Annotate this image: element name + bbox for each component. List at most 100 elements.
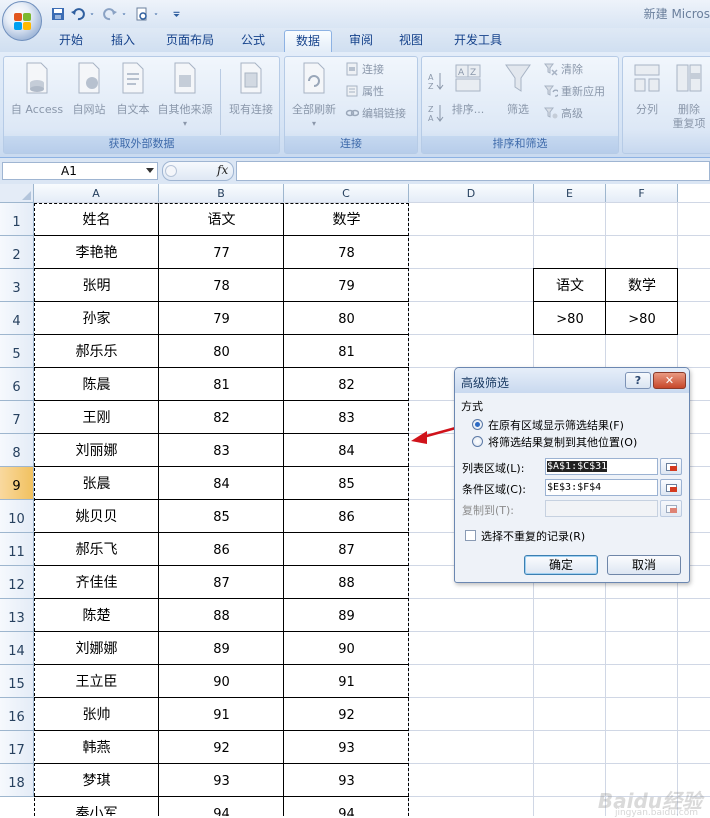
row-header-4[interactable]: 4	[0, 302, 34, 335]
list-range-collapse-button[interactable]	[660, 458, 682, 475]
row-header-3[interactable]: 3	[0, 269, 34, 302]
radio-in-place-label[interactable]: 在原有区域显示筛选结果(F)	[488, 417, 624, 433]
existing-connections-button[interactable]: 现有连接	[224, 61, 278, 117]
row-header-6[interactable]: 6	[0, 368, 34, 401]
reapply-button[interactable]: 重新应用	[544, 83, 605, 101]
ok-button[interactable]: 确定	[524, 555, 598, 575]
connections-button[interactable]: 连接	[345, 61, 384, 79]
copy-to-input[interactable]	[545, 500, 658, 517]
advanced-label: 高级	[561, 107, 583, 120]
method-label: 方式	[461, 400, 483, 413]
unique-records-checkbox[interactable]	[465, 530, 476, 541]
range-arrow-icon	[670, 487, 677, 492]
undo-icon[interactable]	[70, 6, 86, 22]
row-header-12[interactable]: 12	[0, 566, 34, 599]
column-header-f[interactable]: F	[606, 184, 678, 203]
from-access-button[interactable]: 自 Access	[7, 61, 67, 117]
dropdown-arrow-icon[interactable]	[122, 6, 130, 22]
row-header-11[interactable]: 11	[0, 533, 34, 566]
tab-review[interactable]: 审阅	[340, 30, 382, 52]
sort-button[interactable]: AZ 排序...	[448, 61, 488, 117]
row-header-13[interactable]: 13	[0, 599, 34, 632]
row-header-9[interactable]: 9	[0, 467, 34, 500]
sort-descending-icon[interactable]: ZA	[427, 103, 445, 123]
row-header-5[interactable]: 5	[0, 335, 34, 368]
copy-to-collapse-button[interactable]	[660, 500, 682, 517]
radio-copy-to[interactable]	[472, 436, 483, 447]
svg-text:Z: Z	[470, 68, 476, 78]
remove-duplicates-label-2: 重复项	[672, 117, 706, 130]
row-header-18[interactable]: 18	[0, 764, 34, 797]
svg-text:Z: Z	[428, 105, 434, 114]
customize-qat-icon[interactable]	[172, 6, 184, 22]
close-button[interactable]: ✕	[653, 372, 686, 389]
remove-duplicates-icon	[676, 64, 702, 92]
refresh-all-button[interactable]: 全部刷新 ▾	[287, 61, 341, 131]
advanced-filter-button[interactable]: 高级	[544, 105, 583, 123]
baidu-watermark-url: jingyan.baidu.com	[614, 808, 698, 818]
name-box[interactable]: A1	[2, 162, 158, 180]
filter-button[interactable]: 筛选	[496, 61, 540, 117]
help-button[interactable]: ?	[625, 372, 651, 389]
copy-to-label: 复制到(T):	[462, 504, 515, 517]
row-header-8[interactable]: 8	[0, 434, 34, 467]
column-header-c[interactable]: C	[284, 184, 409, 203]
dropdown-arrow-icon[interactable]	[154, 6, 162, 22]
edit-links-label: 编辑链接	[362, 107, 406, 120]
select-all-corner[interactable]	[0, 184, 34, 203]
dialog-title-bar[interactable]: 高级筛选 ? ✕	[455, 368, 689, 393]
cancel-button[interactable]: 取消	[607, 555, 681, 575]
column-header-e[interactable]: E	[534, 184, 606, 203]
tab-view[interactable]: 视图	[390, 30, 432, 52]
redo-icon[interactable]	[102, 6, 118, 22]
dropdown-arrow-icon[interactable]	[90, 6, 98, 22]
radio-copy-to-label[interactable]: 将筛选结果复制到其他位置(O)	[488, 434, 637, 450]
from-access-label: 自 Access	[10, 103, 64, 116]
row-header-2[interactable]: 2	[0, 236, 34, 269]
office-button[interactable]	[2, 1, 42, 41]
column-header-a[interactable]: A	[34, 184, 159, 203]
criteria-range-border	[605, 268, 606, 335]
radio-in-place[interactable]	[472, 419, 483, 430]
row-header-7[interactable]: 7	[0, 401, 34, 434]
insert-function-button[interactable]: fx	[217, 163, 228, 177]
row-header-10[interactable]: 10	[0, 500, 34, 533]
row-header-1[interactable]: 1	[0, 203, 34, 236]
list-range-input[interactable]: $A$1:$C$31	[545, 458, 658, 475]
from-web-button[interactable]: 自网站	[67, 61, 111, 117]
criteria-range-collapse-button[interactable]	[660, 479, 682, 496]
tab-formulas[interactable]: 公式	[232, 30, 274, 52]
tab-developer[interactable]: 开发工具	[445, 30, 511, 52]
column-header-b[interactable]: B	[159, 184, 284, 203]
from-other-sources-button[interactable]: 自其他来源 ▾	[153, 61, 217, 131]
from-text-button[interactable]: 自文本	[111, 61, 155, 117]
refresh-all-label: 全部刷新	[292, 103, 336, 116]
column-header-d[interactable]: D	[409, 184, 534, 203]
formula-controls: fx	[162, 161, 234, 181]
chevron-down-icon[interactable]	[146, 168, 154, 173]
row-header-15[interactable]: 15	[0, 665, 34, 698]
clear-filter-button[interactable]: 清除	[544, 61, 583, 79]
sort-ascending-icon[interactable]: AZ	[427, 71, 445, 91]
edit-links-button[interactable]: 编辑链接	[345, 105, 406, 123]
clear-label: 清除	[561, 63, 583, 76]
range-arrow-icon	[670, 508, 677, 513]
tab-page-layout[interactable]: 页面布局	[158, 30, 222, 52]
properties-button[interactable]: 属性	[345, 83, 384, 101]
remove-duplicates-button[interactable]: 删除 重复项	[669, 61, 709, 131]
text-to-columns-button[interactable]: 分列	[627, 61, 667, 117]
tab-home[interactable]: 开始	[50, 30, 92, 52]
list-range-value: $A$1:$C$31	[547, 461, 608, 472]
row-header-16[interactable]: 16	[0, 698, 34, 731]
row-header-17[interactable]: 17	[0, 731, 34, 764]
print-preview-icon[interactable]	[134, 6, 150, 22]
criteria-range-input[interactable]: $E$3:$F$4	[545, 479, 658, 496]
save-icon[interactable]	[50, 6, 66, 22]
tab-data[interactable]: 数据	[284, 30, 332, 52]
criteria-range-label: 条件区域(C):	[462, 483, 526, 496]
formula-input[interactable]	[236, 161, 710, 181]
row-header-14[interactable]: 14	[0, 632, 34, 665]
unique-records-label[interactable]: 选择不重复的记录(R)	[481, 528, 585, 544]
tab-insert[interactable]: 插入	[102, 30, 144, 52]
expand-circle-icon[interactable]	[165, 165, 177, 177]
